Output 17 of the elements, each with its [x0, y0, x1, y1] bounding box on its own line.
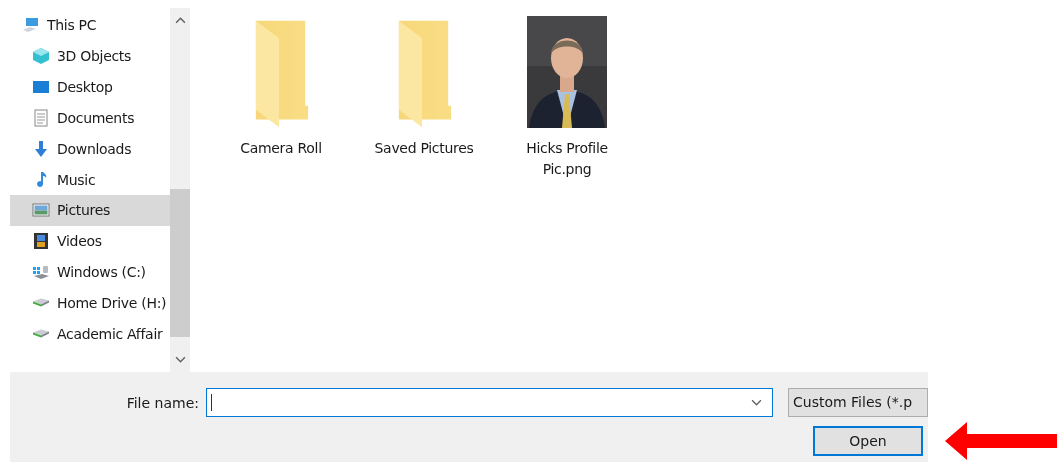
- navigation-item[interactable]: Desktop: [10, 71, 170, 103]
- navigation-item[interactable]: Documents: [10, 102, 170, 134]
- navigation-item[interactable]: This PC: [10, 9, 170, 41]
- navigation-item[interactable]: 3D Objects: [10, 41, 170, 72]
- navigation-item[interactable]: Windows (C:): [10, 256, 170, 288]
- file-item[interactable]: Hicks Profile Pic.png: [497, 12, 637, 180]
- open-button[interactable]: Open: [813, 426, 923, 456]
- file-item[interactable]: Saved Pictures: [354, 12, 494, 159]
- navigation-item[interactable]: Videos: [10, 225, 170, 257]
- navigation-item[interactable]: Home Drive (H:): [10, 287, 170, 319]
- navigation-item[interactable]: Downloads: [10, 133, 170, 165]
- navigation-item[interactable]: Academic Affair: [10, 318, 170, 349]
- navigation-item[interactable]: Music: [10, 164, 170, 195]
- file-type-dropdown[interactable]: Custom Files (*.p: [788, 388, 928, 417]
- navigation-item[interactable]: Pictures: [10, 195, 170, 226]
- file-item[interactable]: Camera Roll: [211, 12, 351, 159]
- file-name-label: File name:: [125, 394, 200, 411]
